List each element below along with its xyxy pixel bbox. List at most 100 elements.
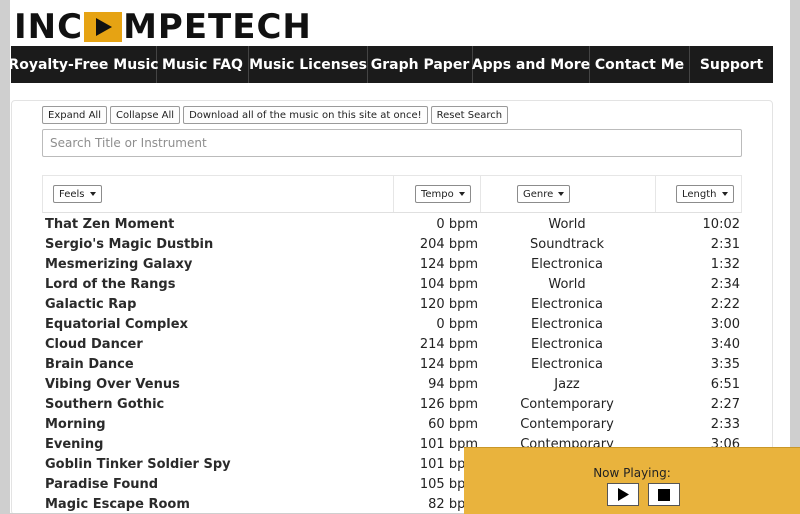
track-title[interactable]: Equatorial Complex (45, 317, 188, 332)
logo-play-icon (84, 12, 123, 42)
genre-header-cell: Genre (481, 176, 656, 212)
track-tempo: 214 bpm (419, 337, 478, 352)
track-title[interactable]: Evening (45, 437, 103, 452)
track-row[interactable]: Morning 60 bpm Contemporary 2:33 (12, 415, 772, 435)
nav-music-licenses[interactable]: Music Licenses (249, 46, 368, 83)
track-genre: Electronica (530, 297, 604, 312)
now-playing-bar: Now Playing: (464, 447, 800, 514)
download-all-button[interactable]: Download all of the music on this site a… (183, 106, 428, 124)
main-nav: Royalty-Free Music Music FAQ Music Licen… (10, 46, 773, 83)
track-tempo: 94 bpm (428, 377, 478, 392)
track-length: 3:35 (710, 357, 740, 372)
track-length: 2:31 (710, 237, 740, 252)
nav-music-faq[interactable]: Music FAQ (157, 46, 249, 83)
track-row[interactable]: Galactic Rap 120 bpm Electronica 2:22 (12, 295, 772, 315)
track-title[interactable]: Magic Escape Room (45, 497, 190, 512)
site-logo[interactable]: INC MPETECH (14, 7, 312, 47)
track-length: 3:40 (710, 337, 740, 352)
nav-apps-and-more[interactable]: Apps and More (472, 46, 590, 83)
track-row[interactable]: That Zen Moment 0 bpm World 10:02 (12, 215, 772, 235)
track-genre: Contemporary (520, 397, 614, 412)
track-title[interactable]: Goblin Tinker Soldier Spy (45, 457, 231, 472)
track-genre: Electronica (530, 337, 604, 352)
track-title[interactable]: Morning (45, 417, 106, 432)
expand-all-button[interactable]: Expand All (42, 106, 107, 124)
toolbar: Expand All Collapse All Download all of … (42, 106, 509, 124)
track-title[interactable]: Mesmerizing Galaxy (45, 257, 192, 272)
track-length: 2:22 (710, 297, 740, 312)
track-genre: Electronica (530, 317, 604, 332)
track-row[interactable]: Cloud Dancer 214 bpm Electronica 3:40 (12, 335, 772, 355)
track-title[interactable]: Brain Dance (45, 357, 134, 372)
track-length: 2:27 (710, 397, 740, 412)
nav-royalty-free-music[interactable]: Royalty-Free Music (10, 46, 159, 83)
chevron-down-icon (458, 192, 465, 196)
track-title[interactable]: Southern Gothic (45, 397, 164, 412)
filter-header: Feels Tempo Genre Length (42, 175, 742, 213)
track-tempo: 204 bpm (419, 237, 478, 252)
track-tempo: 124 bpm (419, 357, 478, 372)
track-title[interactable]: That Zen Moment (45, 217, 174, 232)
track-length: 1:32 (710, 257, 740, 272)
track-title[interactable]: Paradise Found (45, 477, 158, 492)
now-playing-label: Now Playing: (593, 466, 671, 480)
nav-contact-me[interactable]: Contact Me (590, 46, 690, 83)
length-dropdown-label: Length (682, 188, 717, 200)
feels-header-cell: Feels (43, 176, 394, 212)
chevron-down-icon (558, 192, 565, 196)
play-icon (618, 488, 629, 501)
track-genre: Jazz (554, 377, 580, 392)
track-length: 2:33 (710, 417, 740, 432)
track-title[interactable]: Vibing Over Venus (45, 377, 180, 392)
stop-icon (658, 488, 670, 501)
track-tempo: 120 bpm (419, 297, 478, 312)
length-header-cell: Length (656, 176, 741, 212)
track-genre: Soundtrack (529, 237, 605, 252)
track-tempo: 104 bpm (419, 277, 478, 292)
logo-text-left: INC (14, 7, 84, 47)
tempo-dropdown-label: Tempo (421, 188, 454, 200)
genre-dropdown-label: Genre (523, 188, 554, 200)
track-length: 2:34 (710, 277, 740, 292)
track-row[interactable]: Vibing Over Venus 94 bpm Jazz 6:51 (12, 375, 772, 395)
feels-dropdown[interactable]: Feels (53, 185, 102, 203)
track-genre: Contemporary (520, 417, 614, 432)
search-input[interactable] (42, 129, 742, 157)
genre-dropdown[interactable]: Genre (517, 185, 571, 203)
stop-button[interactable] (648, 483, 680, 506)
tempo-header-cell: Tempo (394, 176, 481, 212)
track-genre: World (548, 217, 586, 232)
track-title[interactable]: Lord of the Rangs (45, 277, 175, 292)
track-length: 3:00 (710, 317, 740, 332)
track-row[interactable]: Lord of the Rangs 104 bpm World 2:34 (12, 275, 772, 295)
track-genre: World (548, 277, 586, 292)
chevron-down-icon (89, 192, 96, 196)
track-tempo: 124 bpm (419, 257, 478, 272)
page: INC MPETECH Royalty-Free Music Music FAQ… (10, 0, 790, 513)
length-dropdown[interactable]: Length (676, 185, 734, 203)
chevron-down-icon (721, 192, 728, 196)
tempo-dropdown[interactable]: Tempo (415, 185, 471, 203)
track-row[interactable]: Southern Gothic 126 bpm Contemporary 2:27 (12, 395, 772, 415)
track-tempo: 60 bpm (428, 417, 478, 432)
track-length: 10:02 (702, 217, 740, 232)
track-genre: Electronica (530, 257, 604, 272)
track-title[interactable]: Galactic Rap (45, 297, 136, 312)
track-title[interactable]: Sergio's Magic Dustbin (45, 237, 213, 252)
nav-support[interactable]: Support (690, 46, 773, 83)
track-row[interactable]: Brain Dance 124 bpm Electronica 3:35 (12, 355, 772, 375)
track-row[interactable]: Mesmerizing Galaxy 124 bpm Electronica 1:32 (12, 255, 772, 275)
play-button[interactable] (607, 483, 639, 506)
track-length: 6:51 (710, 377, 740, 392)
track-row[interactable]: Sergio's Magic Dustbin 204 bpm Soundtrack 2… (12, 235, 772, 255)
feels-dropdown-label: Feels (59, 188, 85, 200)
collapse-all-button[interactable]: Collapse All (109, 106, 181, 124)
track-tempo: 126 bpm (419, 397, 478, 412)
track-row[interactable]: Equatorial Complex 0 bpm Electronica 3:00 (12, 315, 772, 335)
track-title[interactable]: Cloud Dancer (45, 337, 143, 352)
logo-text-right: MPETECH (123, 7, 312, 47)
nav-graph-paper[interactable]: Graph Paper (368, 46, 473, 83)
track-tempo: 0 bpm (436, 217, 478, 232)
track-genre: Electronica (530, 357, 604, 372)
reset-search-button[interactable]: Reset Search (430, 106, 509, 124)
